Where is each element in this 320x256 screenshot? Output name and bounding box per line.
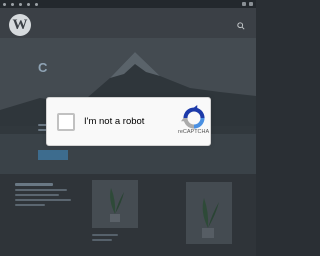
- admin-bar-item: [35, 0, 38, 8]
- site-logo: W: [9, 14, 31, 36]
- admin-bar-item: [11, 0, 14, 8]
- search-icon: [237, 22, 245, 30]
- plant-image: [92, 180, 138, 228]
- hero-title-fragment: C: [38, 60, 48, 75]
- wordpress-logo-icon: W: [12, 16, 28, 33]
- admin-bar-item: [3, 0, 6, 8]
- main-nav: [163, 24, 228, 29]
- plant-image: [186, 182, 232, 244]
- recaptcha-label: I'm not a robot: [84, 116, 145, 127]
- post-excerpt: [92, 234, 152, 244]
- admin-bar-item: [19, 0, 22, 8]
- nav-item: [194, 24, 198, 29]
- recaptcha-checkbox[interactable]: [57, 113, 75, 131]
- nav-item: [163, 24, 170, 29]
- recaptcha-logo-icon: [181, 105, 205, 129]
- plant-icon: [186, 182, 232, 244]
- post-excerpt: [15, 183, 77, 209]
- recaptcha-widget: I'm not a robot reCAPTCHA: [46, 97, 211, 146]
- admin-bar: [0, 0, 256, 8]
- nav-item: [224, 24, 228, 29]
- recaptcha-brand: reCAPTCHA: [178, 129, 210, 135]
- nav-item: [208, 24, 215, 29]
- site-header: [0, 8, 256, 38]
- admin-bar-item: [27, 0, 30, 8]
- plant-icon: [92, 180, 138, 228]
- hero-cta-button[interactable]: [38, 150, 68, 160]
- nav-item: [179, 24, 186, 29]
- admin-bar-account: [242, 2, 253, 6]
